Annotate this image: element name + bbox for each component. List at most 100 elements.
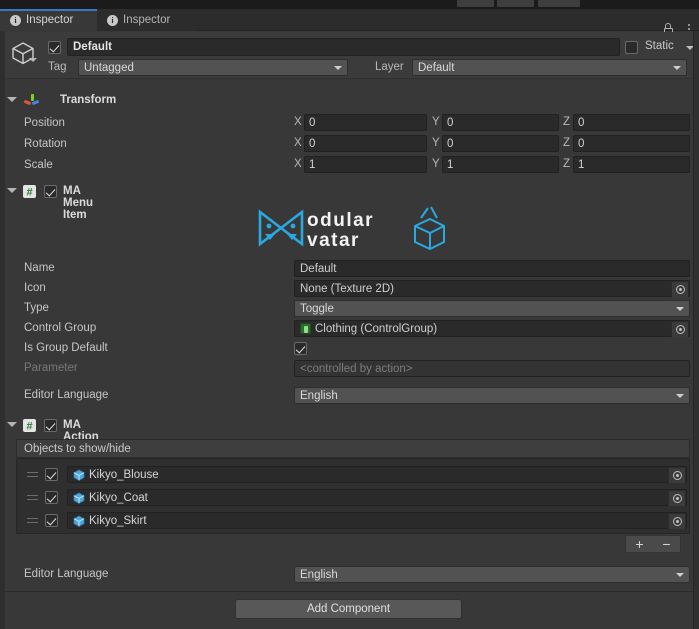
tab-inspector-primary[interactable]: i Inspector <box>0 9 97 31</box>
position-x-axis-label: X <box>294 116 302 128</box>
add-item-button[interactable]: + <box>626 535 653 553</box>
static-checkbox[interactable] <box>625 41 638 54</box>
toolbar-button-2[interactable] <box>497 0 534 7</box>
gameobject-name-field[interactable]: Default <box>67 38 620 56</box>
scale-y-field[interactable]: 1 <box>442 156 559 173</box>
control-group-label: Control Group <box>24 322 97 334</box>
editor-language-label-toggle: Editor Language <box>24 568 109 580</box>
icon-value: None (Texture 2D) <box>300 282 394 295</box>
rotation-y-axis-label: Y <box>432 137 440 149</box>
type-dropdown[interactable]: Toggle <box>294 300 690 317</box>
list-item[interactable]: Kikyo_Coat <box>17 488 689 508</box>
left-gutter <box>0 31 5 629</box>
icon-label: Icon <box>24 282 46 294</box>
object-picker-icon[interactable] <box>668 468 685 483</box>
list-item-name: Kikyo_Blouse <box>89 468 159 481</box>
is-group-default-checkbox[interactable] <box>294 342 307 355</box>
add-component-button[interactable]: Add Component <box>235 599 462 619</box>
layer-dropdown[interactable]: Default <box>412 59 687 76</box>
rotation-label: Rotation <box>24 138 67 150</box>
list-item-object-field[interactable]: Kikyo_Blouse <box>67 466 687 483</box>
list-add-remove-controls: + − <box>625 535 681 553</box>
foldout-icon[interactable] <box>7 188 17 193</box>
info-icon: i <box>10 14 21 26</box>
foldout-icon[interactable] <box>7 422 17 427</box>
rotation-z-field[interactable]: 0 <box>573 135 690 152</box>
ma-action-toggle-enabled-checkbox[interactable] <box>44 419 57 432</box>
tab-inspector-secondary[interactable]: i Inspector <box>97 9 197 31</box>
name-label: Name <box>24 262 55 274</box>
editor-language-value-toggle: English <box>300 568 338 581</box>
rotation-z-axis-label: Z <box>563 137 571 149</box>
position-y-axis-label: Y <box>432 116 440 128</box>
toolbar-button-1[interactable] <box>457 0 494 7</box>
chevron-down-icon[interactable] <box>29 58 37 62</box>
remove-item-button[interactable]: − <box>653 535 680 553</box>
scale-y-axis-label: Y <box>432 158 440 170</box>
list-item-checkbox[interactable] <box>45 514 58 527</box>
parameter-label: Parameter <box>24 362 78 374</box>
editor-language-value-menu: English <box>300 389 338 402</box>
chevron-down-icon <box>676 307 684 311</box>
position-x-field[interactable]: 0 <box>304 114 427 131</box>
list-item-name: Kikyo_Skirt <box>89 514 147 527</box>
drag-handle-icon[interactable] <box>27 472 38 478</box>
ma-menu-item-enabled-checkbox[interactable] <box>44 185 57 198</box>
list-item-object-field[interactable]: Kikyo_Skirt <box>67 512 687 529</box>
scale-z-field[interactable]: 1 <box>573 156 690 173</box>
svg-text:#: # <box>26 421 32 433</box>
list-item-checkbox[interactable] <box>45 491 58 504</box>
logo-line-2: vatar <box>307 230 360 251</box>
name-field[interactable]: Default <box>294 260 690 277</box>
parameter-field: <controlled by action> <box>294 360 690 377</box>
tab-label: Inspector <box>123 14 171 26</box>
rotation-x-axis-label: X <box>294 137 302 149</box>
list-item[interactable]: Kikyo_Skirt <box>17 511 689 531</box>
objects-list-header: Objects to show/hide <box>16 439 690 458</box>
svg-text:#: # <box>26 187 32 199</box>
right-gutter <box>693 31 699 629</box>
drag-handle-icon[interactable] <box>27 495 38 501</box>
list-item[interactable]: Kikyo_Blouse <box>17 465 689 485</box>
position-y-field[interactable]: 0 <box>442 114 559 131</box>
chevron-down-icon <box>676 573 684 577</box>
gameobject-cube-icon <box>73 492 85 504</box>
gameobject-header: Default Static Tag Untagged Layer Defaul… <box>0 32 699 79</box>
object-picker-icon[interactable] <box>668 491 685 506</box>
list-item-checkbox[interactable] <box>45 468 58 481</box>
tab-bar: i Inspector i Inspector <box>0 9 699 35</box>
tag-dropdown[interactable]: Untagged <box>78 59 348 76</box>
drag-handle-icon[interactable] <box>27 518 38 524</box>
object-picker-icon[interactable] <box>668 514 685 529</box>
static-label: Static <box>645 40 674 52</box>
layer-label: Layer <box>375 61 404 73</box>
layer-value: Default <box>418 61 455 74</box>
object-picker-icon[interactable] <box>671 322 688 337</box>
objects-list-header-label: Objects to show/hide <box>24 442 131 455</box>
tab-label: Inspector <box>26 14 74 26</box>
scale-x-field[interactable]: 1 <box>304 156 427 173</box>
gameobject-cube-icon <box>73 469 85 481</box>
gameobject-enabled-checkbox[interactable] <box>48 41 61 54</box>
toolbar-button-3[interactable] <box>538 0 580 7</box>
icon-object-field[interactable]: None (Texture 2D) <box>294 280 690 297</box>
list-item-object-field[interactable]: Kikyo_Coat <box>67 489 687 506</box>
rotation-y-field[interactable]: 0 <box>442 135 559 152</box>
is-group-default-label: Is Group Default <box>24 342 108 354</box>
editor-language-dropdown-menu[interactable]: English <box>294 387 690 404</box>
inspector-window: i Inspector i Inspector Default Static T… <box>0 0 699 629</box>
name-value: Default <box>300 262 337 275</box>
control-group-object-field[interactable]: Clothing (ControlGroup) <box>294 320 690 337</box>
gameobject-cube-icon <box>73 515 85 527</box>
script-icon: # <box>23 185 36 199</box>
foldout-icon[interactable] <box>7 97 17 102</box>
position-z-field[interactable]: 0 <box>573 114 690 131</box>
transform-axis-icon <box>23 94 40 108</box>
control-group-icon <box>300 323 311 334</box>
editor-language-dropdown-toggle[interactable]: English <box>294 566 690 583</box>
control-group-value: Clothing (ControlGroup) <box>315 322 438 335</box>
rotation-x-field[interactable]: 0 <box>304 135 427 152</box>
chevron-down-icon <box>673 66 681 70</box>
logo-line-1: odular <box>307 210 374 231</box>
object-picker-icon[interactable] <box>671 282 688 297</box>
